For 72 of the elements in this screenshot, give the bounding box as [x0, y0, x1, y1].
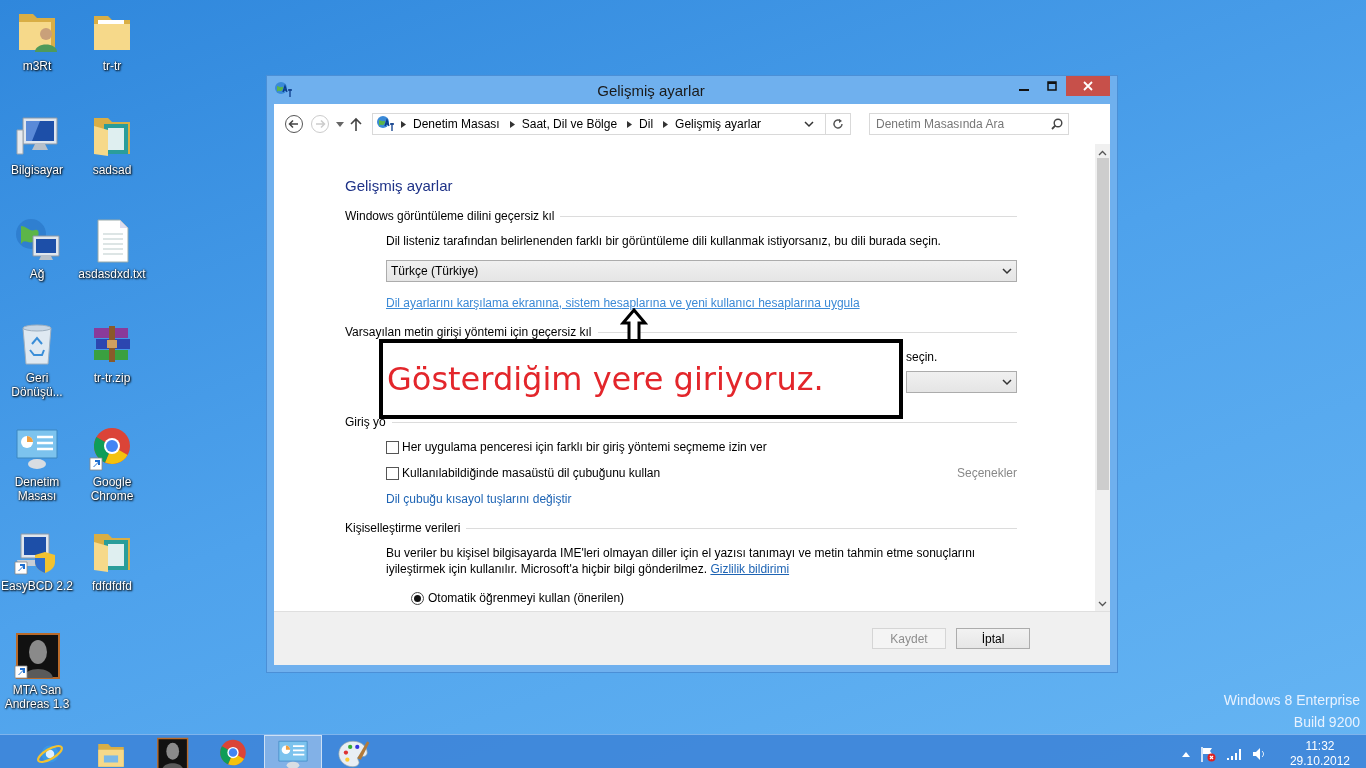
- close-icon: [1083, 81, 1093, 91]
- desktop-shortcut[interactable]: MTA San Andreas 1.3: [0, 630, 74, 713]
- back-button[interactable]: [284, 114, 304, 134]
- chevron-down-icon: [1002, 378, 1012, 386]
- scrollbar-thumb[interactable]: [1096, 158, 1109, 490]
- dropdown[interactable]: Türkçe (Türkiye): [386, 260, 1017, 282]
- desktop-shortcut[interactable]: Bilgisayar: [0, 110, 74, 179]
- checkbox-label: Her uygulama penceresi için farklı bir giriş yöntemi seçmeme izin ver: [402, 439, 767, 455]
- breadcrumb-item[interactable]: Saat, Dil ve Bölge: [521, 117, 618, 131]
- desktop-shortcut[interactable]: Google Chrome: [75, 422, 149, 505]
- maximize-icon: [1047, 81, 1057, 91]
- description-text: seçin.: [906, 350, 938, 364]
- search-field[interactable]: Denetim Masasında Ara: [869, 113, 1069, 135]
- cancel-button[interactable]: İptal: [956, 628, 1030, 649]
- chevron-right-icon: [663, 120, 669, 128]
- checkbox[interactable]: [386, 440, 399, 454]
- edition-text: Build 9200: [1293, 713, 1360, 732]
- breadcrumb-item[interactable]: Dil: [639, 117, 654, 131]
- radio-label: Otomatik öğrenmeyi kullan (önerilen): [428, 590, 625, 606]
- chevron-down-icon: [1098, 601, 1107, 607]
- caret-up-icon[interactable]: [1181, 751, 1190, 757]
- clock[interactable]: 11:32 29.10.2012: [1289, 739, 1350, 768]
- description-text: Dil listeniz tarafından belirlenenden farklı bir görüntüleme dili kullanmak istiyorsanız, bu dili burada seçin.: [386, 233, 942, 249]
- desktop-shortcut[interactable]: tr-tr: [75, 6, 149, 75]
- address-bar[interactable]: Denetim Masası Saat, Dil ve Bölge Dil Gelişmiş ayarlar: [372, 113, 851, 135]
- minimize-icon: [1019, 89, 1029, 91]
- globe-letter-icon: [376, 115, 394, 133]
- desktop-shortcut[interactable]: EasyBCD 2.2: [0, 526, 74, 595]
- globe-letter-icon: [274, 81, 292, 99]
- close-button[interactable]: [1066, 76, 1110, 96]
- edition-text: Windows 8 Enterprise: [1223, 691, 1360, 710]
- annotation-box: Gösterdiğim yere giriyoruz.: [379, 339, 903, 419]
- desktop-shortcut[interactable]: Ağ: [0, 214, 74, 283]
- chevron-right-icon: [401, 120, 406, 128]
- chevron-up-icon: [1098, 150, 1107, 156]
- link[interactable]: Dil ayarlarını karşılama ekranına, sistem hesaplarına ve yeni kullanıcı hesaplarına uygula: [386, 296, 860, 310]
- caret-icon: [336, 121, 344, 127]
- desktop-shortcut[interactable]: asdasdxd.txt: [75, 214, 149, 283]
- desktop-shortcut[interactable]: m3Rt: [0, 6, 74, 75]
- signal-icon[interactable]: [1225, 748, 1242, 760]
- page-heading: Gelişmiş ayarlar: [345, 177, 454, 194]
- link[interactable]: Dil çubuğu kısayol tuşlarını değiştir: [386, 492, 572, 506]
- recent-pages-button[interactable]: [336, 121, 344, 127]
- chevron-right-icon: [627, 120, 633, 128]
- taskbar-button[interactable]: [264, 735, 322, 768]
- checkbox-label: Kullanılabildiğinde masaüstü dil çubuğunu kullan: [402, 465, 661, 481]
- breadcrumb-item[interactable]: Denetim Masası: [413, 117, 500, 131]
- section-title: Kişiselleştirme verileri: [345, 521, 461, 535]
- breadcrumb-item[interactable]: Gelişmiş ayarlar: [675, 117, 762, 131]
- figure-portrait-icon: [155, 737, 189, 768]
- section-title: Windows görüntüleme dilini geçersiz kıl: [345, 209, 555, 223]
- speaker-icon[interactable]: [1251, 747, 1266, 761]
- radio-button[interactable]: [411, 591, 424, 605]
- desktop-shortcut[interactable]: Denetim Masası: [0, 422, 74, 505]
- up-button[interactable]: [350, 117, 362, 131]
- scrollbar[interactable]: [1095, 144, 1110, 611]
- dropdown[interactable]: [906, 371, 1017, 393]
- section-title: Varsayılan metin girişi yöntemi için geçersiz kıl: [345, 325, 592, 339]
- flag-icon[interactable]: [1199, 746, 1216, 762]
- desktop-shortcut[interactable]: tr-tr.zip: [75, 318, 149, 387]
- description-text: Bu veriler bu kişisel bilgisayarda IME'leri olmayan diller için el yazısı tanımayı ve metin tahmin etme sonuçlarını iyileştirmek için kullanılır. Microsoft'a hiçbir bilgi gönderilmez. Gizlilik bildirimi: [386, 545, 976, 577]
- desktop-shortcut[interactable]: sadsad: [75, 110, 149, 179]
- privacy-link[interactable]: Gizlilik bildirimi: [710, 562, 790, 576]
- chevron-down-icon: [1002, 267, 1012, 275]
- chevron-right-icon: [509, 120, 515, 128]
- checkbox[interactable]: [386, 466, 399, 480]
- up-arrow-icon: [350, 117, 362, 131]
- chevron-down-icon: [804, 120, 814, 128]
- refresh-icon: [832, 118, 844, 130]
- desktop-shortcut[interactable]: Geri Dönüşü...: [0, 318, 74, 401]
- desktop-shortcut[interactable]: fdfdfdfd: [75, 526, 149, 595]
- window-title: Gelişmiş ayarlar: [596, 81, 706, 99]
